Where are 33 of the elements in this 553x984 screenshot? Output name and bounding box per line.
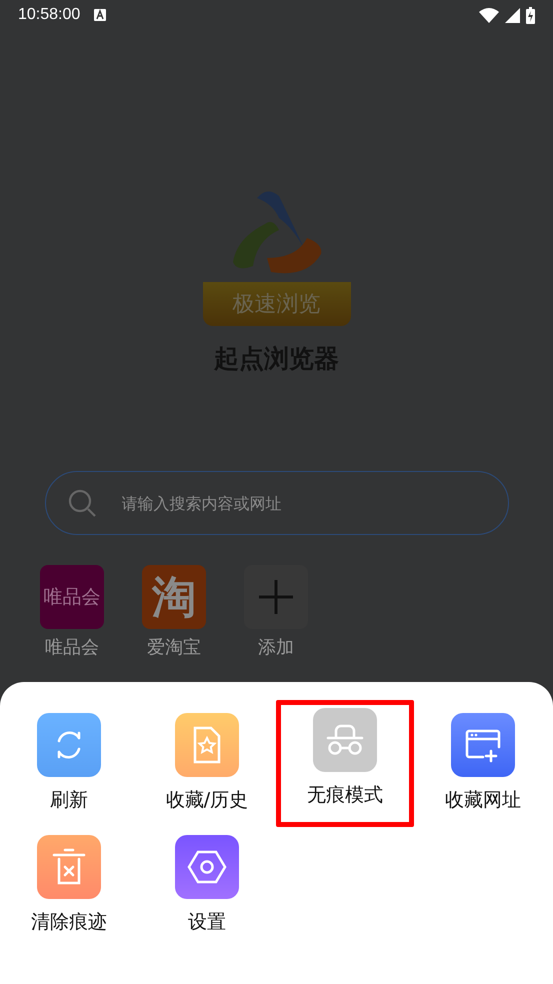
browser-add-icon: [463, 727, 503, 763]
wifi-icon: [479, 8, 499, 22]
menu-item-label: 清除痕迹: [31, 910, 107, 935]
menu-item-label: 刷新: [50, 788, 88, 813]
menu-item-tile[interactable]: [313, 708, 377, 772]
menu-item-tile[interactable]: [37, 835, 101, 899]
plus-icon: [257, 578, 295, 616]
shortcut-tile[interactable]: 淘: [142, 565, 206, 629]
tile-text: 唯品会: [44, 585, 100, 610]
menu-item-label: 收藏/历史: [166, 788, 248, 813]
signal-icon: [505, 8, 520, 22]
shortcut-label: 唯品会: [45, 636, 99, 659]
search-field[interactable]: 请输入搜索内容或网址: [44, 471, 508, 535]
menu-item-label: 设置: [188, 910, 226, 935]
search-icon: [66, 488, 96, 518]
menu-item-tile[interactable]: [175, 713, 239, 777]
shortcut-label: 爱淘宝: [147, 636, 201, 659]
hexagon-nut-icon: [187, 849, 227, 885]
menu-item-label: 收藏网址: [445, 788, 521, 813]
menu-item-tile[interactable]: [451, 713, 515, 777]
tile-text: 淘: [152, 570, 196, 624]
trash-icon: [51, 847, 87, 887]
status-time: 10:58:00: [18, 6, 80, 24]
shortcut-tile[interactable]: 唯品会: [40, 565, 104, 629]
shortcut-label: 添加: [258, 636, 294, 659]
battery-icon: [526, 6, 535, 24]
menu-item-tile[interactable]: [175, 835, 239, 899]
notification-icon: [94, 9, 106, 21]
logo-text: 极速浏览: [232, 291, 320, 319]
add-tile[interactable]: [244, 565, 308, 629]
menu-item-tile[interactable]: [37, 713, 101, 777]
hat-glasses-icon: [325, 723, 365, 757]
menu-item-label: 无痕模式: [307, 783, 383, 808]
